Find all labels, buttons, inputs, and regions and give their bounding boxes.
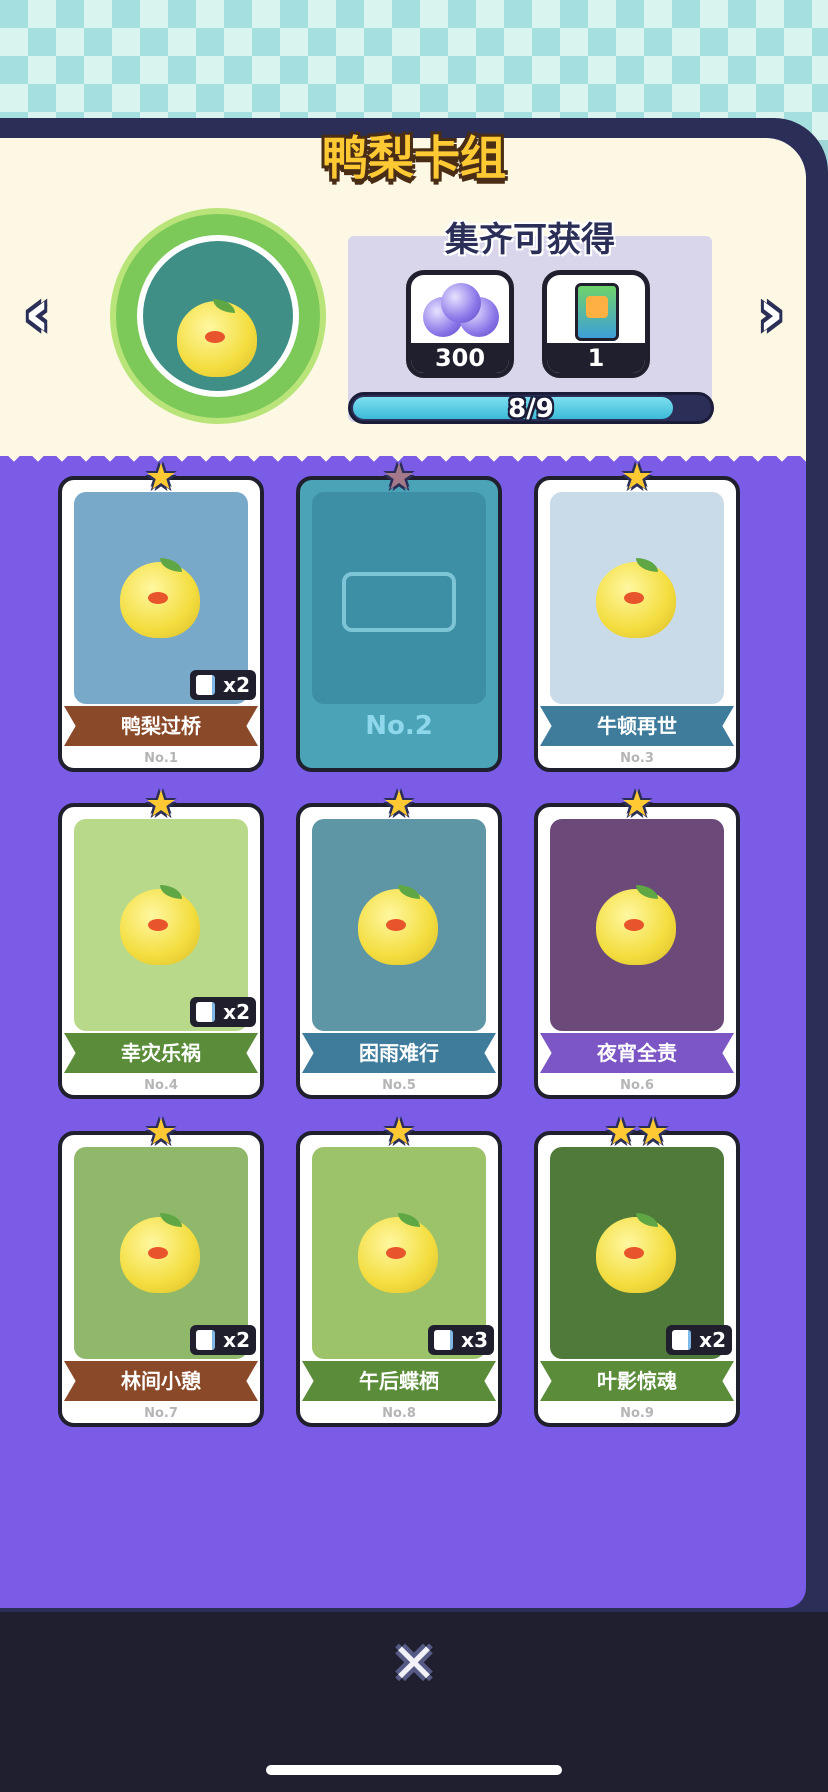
reward-quantity: 300	[411, 343, 509, 373]
duck-mascot-icon	[120, 889, 200, 965]
duplicate-count: x2	[223, 673, 250, 697]
card-art	[312, 492, 486, 704]
star-icon: ★	[637, 1112, 670, 1153]
card-art	[312, 819, 486, 1031]
card-no-4[interactable]: ★ 幸灾乐祸 No.4 x2	[58, 787, 264, 1099]
card-number: No.1	[144, 751, 178, 766]
set-badge-art	[137, 235, 299, 397]
card-no-8[interactable]: ★ 午后蝶栖 No.8 x3	[296, 1115, 502, 1427]
star-icon: ★	[382, 457, 416, 498]
duplicate-count: x2	[223, 1000, 250, 1024]
card-stars: ★	[300, 1115, 498, 1151]
reward-title: 集齐可获得	[445, 220, 615, 260]
card-no-2[interactable]: ★ No.2	[296, 460, 502, 772]
page-title: 鸭梨卡组	[322, 131, 506, 185]
card-no-6[interactable]: ★ 夜宵全责 No.6	[534, 787, 740, 1099]
duck-mascot-icon	[596, 1217, 676, 1293]
card-number: No.6	[620, 1078, 654, 1093]
card-number: No.5	[382, 1078, 416, 1093]
card-name: 幸灾乐祸	[64, 1033, 258, 1073]
close-icon: ✕	[391, 1632, 437, 1695]
card-name: 牛顿再世	[540, 706, 734, 746]
card-stars: ★	[62, 1115, 260, 1151]
chevron-right-icon: ›	[757, 277, 785, 351]
duck-mascot-icon	[120, 562, 200, 638]
duplicate-count-badge: x2	[666, 1325, 732, 1355]
card-no-5[interactable]: ★ 困雨难行 No.5	[296, 787, 502, 1099]
duplicate-count-badge: x2	[190, 670, 256, 700]
card-stars: ★	[538, 787, 736, 823]
card-name: 林间小憩	[64, 1361, 258, 1401]
progress-text: 8/9	[508, 394, 554, 424]
card-no-9[interactable]: ★★ 叶影惊魂 No.9 x2	[534, 1115, 740, 1427]
card-name: 鸭梨过桥	[64, 706, 258, 746]
card-name: 困雨难行	[302, 1033, 496, 1073]
close-button[interactable]: ✕	[384, 1634, 444, 1694]
star-icon: ★	[144, 1112, 178, 1153]
card-copy-icon	[672, 1330, 691, 1350]
prev-set-button[interactable]: ‹	[10, 282, 64, 346]
duck-mascot-icon	[358, 1217, 438, 1293]
card-no-3[interactable]: ★ 牛顿再世 No.3	[534, 460, 740, 772]
duck-mascot-icon	[120, 1217, 200, 1293]
card-number: No.3	[620, 751, 654, 766]
duck-mascot-icon	[596, 562, 676, 638]
card-stars: ★	[538, 460, 736, 496]
collection-progress-bar: 8/9	[348, 392, 714, 424]
reward-item-gems[interactable]: 300	[406, 270, 514, 378]
duplicate-count: x2	[223, 1328, 250, 1352]
home-indicator	[266, 1765, 562, 1775]
star-icon: ★	[382, 784, 416, 825]
star-icon: ★	[382, 1112, 416, 1153]
star-icon: ★	[604, 1112, 637, 1153]
duplicate-count-badge: x3	[428, 1325, 494, 1355]
next-set-button[interactable]: ›	[744, 282, 798, 346]
card-number: No.8	[382, 1406, 416, 1421]
star-icon: ★	[144, 457, 178, 498]
reward-quantity: 1	[547, 343, 645, 373]
duck-mascot-icon	[596, 889, 676, 965]
duplicate-count: x3	[461, 1328, 488, 1352]
card-number: No.7	[144, 1406, 178, 1421]
card-stars: ★	[62, 460, 260, 496]
card-no-7[interactable]: ★ 林间小憩 No.7 x2	[58, 1115, 264, 1427]
card-name: 叶影惊魂	[540, 1361, 734, 1401]
card-no-1[interactable]: ★ 鸭梨过桥 No.1 x2	[58, 460, 264, 772]
card-copy-icon	[196, 675, 215, 695]
card-back-logo-icon	[342, 572, 456, 632]
card-stars: ★	[62, 787, 260, 823]
chevron-left-icon: ‹	[23, 277, 51, 351]
card-art	[550, 492, 724, 704]
card-locked-label: No.2	[365, 711, 433, 741]
card-name: 午后蝶栖	[302, 1361, 496, 1401]
star-icon: ★	[620, 457, 654, 498]
card-copy-icon	[196, 1002, 215, 1022]
duplicate-count-badge: x2	[190, 997, 256, 1027]
star-icon: ★	[144, 784, 178, 825]
card-copy-icon	[196, 1330, 215, 1350]
card-number: No.9	[620, 1406, 654, 1421]
duck-mascot-icon	[358, 889, 438, 965]
card-stars: ★	[300, 787, 498, 823]
card-number: No.4	[144, 1078, 178, 1093]
set-badge	[110, 208, 326, 424]
card-stars: ★★	[538, 1115, 736, 1151]
duplicate-count-badge: x2	[190, 1325, 256, 1355]
card-art	[550, 819, 724, 1031]
reward-item-card-pack[interactable]: 1	[542, 270, 650, 378]
duck-mascot-icon	[177, 301, 257, 377]
card-stars: ★	[300, 460, 498, 496]
star-icon: ★	[620, 784, 654, 825]
card-pack-icon	[575, 283, 619, 341]
duplicate-count: x2	[699, 1328, 726, 1352]
card-name: 夜宵全责	[540, 1033, 734, 1073]
card-copy-icon	[434, 1330, 453, 1350]
